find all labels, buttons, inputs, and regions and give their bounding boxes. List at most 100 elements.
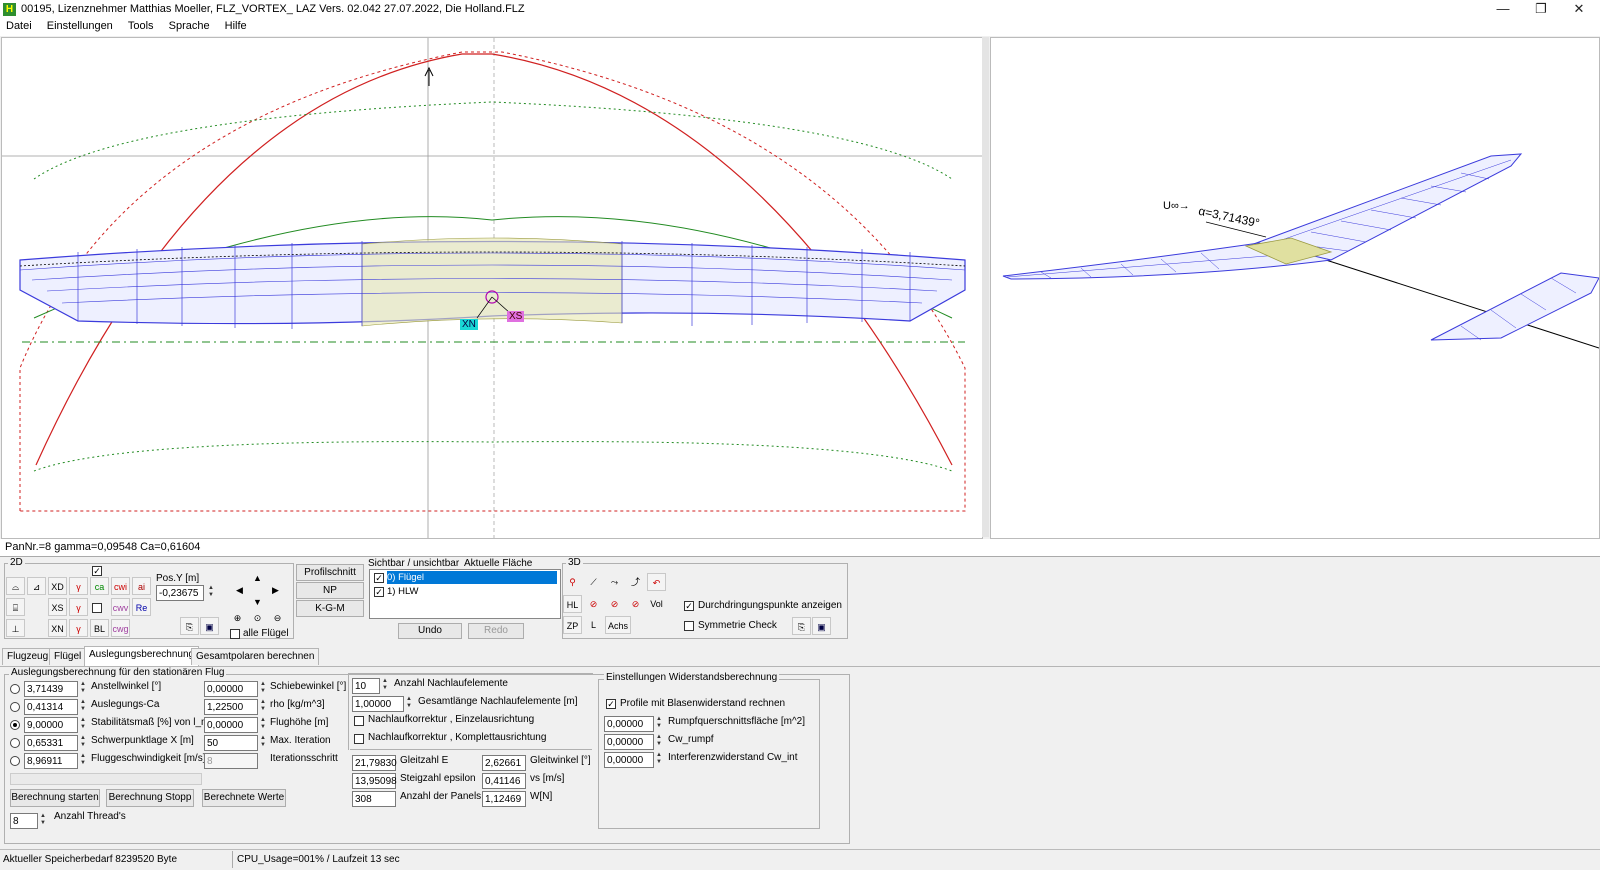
kgm-button[interactable]: K-G-M <box>296 600 364 617</box>
schiebewinkel-spinner[interactable]: ▲ ▼ <box>258 681 268 697</box>
nachlauf-laenge-field[interactable]: 1,00000 <box>352 696 404 712</box>
max-iteration-spinner[interactable]: ▲ ▼ <box>258 735 268 751</box>
rho-spinner[interactable]: ▲ ▼ <box>258 699 268 715</box>
vol-button[interactable]: Vol <box>647 595 666 613</box>
alle-fluegel-checkbox[interactable] <box>230 629 240 639</box>
cwi-button[interactable]: cwi <box>111 577 130 595</box>
zoom-fit-icon[interactable]: ⊙ <box>248 609 267 627</box>
schwerpunktlage-field[interactable]: 0,65331 <box>24 735 78 751</box>
nachlauf-einzel-checkbox[interactable] <box>354 716 364 726</box>
arrow-up-icon[interactable]: ▲ <box>248 569 267 587</box>
menu-sprache[interactable]: Sprache <box>163 19 216 32</box>
wing-tilt-icon[interactable]: ⤴ <box>626 573 645 591</box>
radio-schwerpunktlage[interactable] <box>10 738 20 748</box>
radio-anstellwinkel[interactable] <box>10 684 20 694</box>
zp-button[interactable]: ZP <box>563 616 582 634</box>
tab-flugzeug[interactable]: Flugzeug <box>2 648 54 665</box>
pos-y-field[interactable]: -0,23675 <box>156 585 204 601</box>
view-top-icon[interactable]: ⌓ <box>6 577 25 595</box>
wing-red-icon-1[interactable]: ⊘ <box>584 595 603 613</box>
tail-icon[interactable]: ⊥ <box>6 619 25 637</box>
view-side-icon[interactable]: ⊿ <box>27 577 46 595</box>
arrow-left-icon[interactable]: ◀ <box>230 581 249 599</box>
pos-y-spinner[interactable]: ▲ ▼ <box>206 585 216 601</box>
rho-field[interactable]: 1,22500 <box>204 699 258 715</box>
xn-button[interactable]: XN <box>48 619 67 637</box>
gamma-0-icon[interactable]: γ <box>69 619 88 637</box>
anstellwinkel-field[interactable]: 3,71439 <box>24 681 78 697</box>
xd-button[interactable]: XD <box>48 577 67 595</box>
fluggeschwindigkeit-field[interactable]: 8,96911 <box>24 753 78 769</box>
gamma-v-icon[interactable]: γ <box>69 598 88 616</box>
menu-datei[interactable]: Datei <box>0 19 38 32</box>
wing-rotate-icon[interactable]: ⤳ <box>605 573 624 591</box>
threads-field[interactable]: 8 <box>10 813 38 829</box>
achs-button[interactable]: Achs <box>605 616 631 634</box>
surface-item-0[interactable]: 0) Flügel <box>387 571 557 584</box>
bl-button[interactable]: BL <box>90 619 109 637</box>
stabilitaetsmass-field[interactable]: 9,00000 <box>24 717 78 733</box>
surface-1-visible-checkbox[interactable]: ✓ <box>374 587 384 597</box>
cw-int-spinner[interactable]: ▲ ▼ <box>654 752 664 768</box>
durchdringung-checkbox[interactable]: ✓ <box>684 601 694 611</box>
pin-icon[interactable]: ⚲ <box>563 573 582 591</box>
stabilitaetsmass-spinner[interactable]: ▲ ▼ <box>78 717 88 733</box>
iterationsschritt-field[interactable]: 8 <box>204 753 258 769</box>
nachlauf-laenge-spinner[interactable]: ▲ ▼ <box>404 696 414 712</box>
berechnung-starten-button[interactable]: Berechnung starten <box>10 789 100 807</box>
radio-stabilitaetsmass[interactable] <box>10 720 20 730</box>
xs-button[interactable]: XS <box>48 598 67 616</box>
gamma-icon[interactable]: γ <box>69 577 88 595</box>
save-3d-icon[interactable]: ▣ <box>812 617 831 635</box>
max-iteration-field[interactable]: 50 <box>204 735 258 751</box>
restore-button[interactable]: ❐ <box>1522 0 1560 19</box>
menu-hilfe[interactable]: Hilfe <box>219 19 253 32</box>
close-button[interactable]: ✕ <box>1560 0 1598 19</box>
fuselage-icon[interactable]: ⌸ <box>6 598 25 616</box>
save-icon[interactable]: ▣ <box>200 617 219 635</box>
cw-rumpf-spinner[interactable]: ▲ ▼ <box>654 734 664 750</box>
tab-fluegel[interactable]: Flügel <box>49 648 87 665</box>
threads-spinner[interactable]: ▲ ▼ <box>38 813 48 829</box>
tab-gesamtpolaren[interactable]: Gesamtpolaren berechnen <box>191 648 320 665</box>
anstellwinkel-spinner[interactable]: ▲ ▼ <box>78 681 88 697</box>
undo-button[interactable]: Undo <box>398 623 462 639</box>
zoom-in-icon[interactable]: ⊕ <box>228 609 247 627</box>
cwv-button[interactable]: cwv <box>111 598 130 616</box>
surface-0-visible-checkbox[interactable]: ✓ <box>374 573 384 583</box>
cw-rumpf-field[interactable]: 0,00000 <box>604 734 654 750</box>
tab-auslegungsberechnung[interactable]: Auslegungsberechnung <box>84 646 200 666</box>
view-3d-canvas[interactable]: U∞→ α=3,71439° <box>990 37 1600 539</box>
berechnung-stopp-button[interactable]: Berechnung Stopp <box>106 789 194 807</box>
nachlauf-komplett-checkbox[interactable] <box>354 734 364 744</box>
zoom-out-icon[interactable]: ⊖ <box>268 609 287 627</box>
re-button[interactable]: Re <box>132 598 151 616</box>
radio-fluggeschwindigkeit[interactable] <box>10 756 20 766</box>
menu-einstellungen[interactable]: Einstellungen <box>41 19 119 32</box>
reset-view-icon[interactable]: ↶ <box>647 573 666 591</box>
blasenwiderstand-checkbox[interactable]: ✓ <box>606 699 616 709</box>
flughoehe-field[interactable]: 0,00000 <box>204 717 258 733</box>
schwerpunktlage-spinner[interactable]: ▲ ▼ <box>78 735 88 751</box>
symmetrie-checkbox[interactable] <box>684 621 694 631</box>
wing-red-icon-2[interactable]: ⊘ <box>605 595 624 613</box>
export-3d-icon[interactable]: ⎘ <box>792 617 811 635</box>
schiebewinkel-field[interactable]: 0,00000 <box>204 681 258 697</box>
view-splitter[interactable] <box>982 37 989 537</box>
wing-red-icon-3[interactable]: ⊘ <box>626 595 645 613</box>
rumpfquerschnitt-field[interactable]: 0,00000 <box>604 716 654 732</box>
profilschnitt-button[interactable]: Profilschnitt <box>296 564 364 581</box>
hl-button[interactable]: HL <box>563 595 582 613</box>
nachlauf-anzahl-field[interactable]: 10 <box>352 678 380 694</box>
view-2d-canvas[interactable]: XN XS <box>1 37 983 539</box>
l-button[interactable]: L <box>584 616 603 634</box>
berechnete-werte-button[interactable]: Berechnete Werte <box>202 789 286 807</box>
rumpfquerschnitt-spinner[interactable]: ▲ ▼ <box>654 716 664 732</box>
fluggeschwindigkeit-spinner[interactable]: ▲ ▼ <box>78 753 88 769</box>
auslegungs-ca-spinner[interactable]: ▲ ▼ <box>78 699 88 715</box>
menu-tools[interactable]: Tools <box>122 19 160 32</box>
toggle-checkbox-2[interactable] <box>92 603 102 613</box>
arrow-right-icon[interactable]: ▶ <box>266 581 285 599</box>
radio-auslegungs-ca[interactable] <box>10 702 20 712</box>
np-verschieben-button[interactable]: NP verschieben <box>296 582 364 611</box>
